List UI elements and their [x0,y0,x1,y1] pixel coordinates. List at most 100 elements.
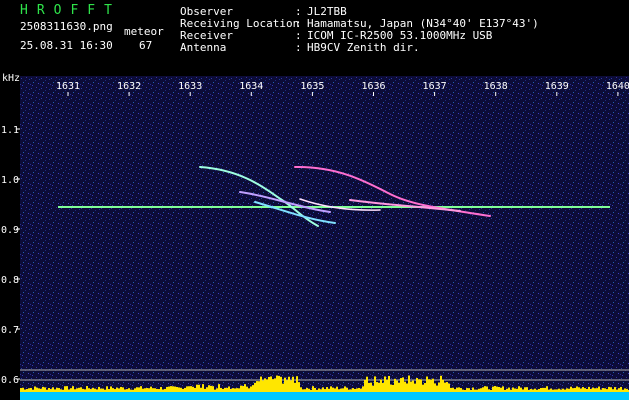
level-bar [320,389,322,392]
level-bar [620,386,622,392]
level-bar [256,381,258,392]
level-bar [168,386,170,392]
level-bar [266,379,268,392]
level-bar [322,387,324,392]
level-bar [490,389,492,392]
level-bar [274,378,276,392]
level-bar [398,382,400,392]
level-bar [582,387,584,392]
y-tick-label: 0.9 [1,225,19,236]
level-bar [52,387,54,392]
level-bar [110,386,112,392]
level-bar [216,388,218,392]
level-bar [450,387,452,392]
level-bar [282,383,284,392]
level-bar [236,388,238,392]
x-tick-label: 1640 [606,81,629,92]
level-bar [22,387,24,392]
level-bar [600,389,602,392]
level-bar [132,389,134,392]
level-bar [172,386,174,392]
level-bar [126,389,128,392]
level-bar [254,382,256,392]
level-bar [530,389,532,392]
level-bar [24,389,26,392]
level-bar [308,388,310,392]
level-bar [218,384,220,392]
level-bar [164,388,166,392]
level-bar [526,387,528,392]
level-bar [542,387,544,392]
level-bar [60,389,62,392]
y-tick-label: 0.8 [1,275,19,286]
level-bar [318,388,320,392]
level-bar [486,386,488,392]
level-bar [480,388,482,392]
meteor-label: meteor [124,25,164,38]
level-bar [378,382,380,392]
level-bar [342,388,344,392]
level-bar [574,387,576,392]
level-bar [26,389,28,392]
level-bar [454,389,456,392]
level-bar [502,386,504,392]
level-bar [94,388,96,392]
level-bar [198,384,200,392]
level-bar [590,388,592,392]
level-bar [622,389,624,392]
level-bar [420,379,422,392]
level-bar [478,388,480,392]
file-name: 2508311630.png [20,20,113,33]
level-bar [220,387,222,392]
level-bar [492,386,494,392]
level-bar [506,388,508,392]
level-bar [350,389,352,392]
level-bar [562,388,564,392]
level-bar [382,382,384,392]
level-bar [300,387,302,392]
level-bar [116,387,118,392]
file-datetime: 25.08.31 16:30 [20,39,113,52]
level-bar [130,389,132,392]
level-bar [166,386,168,392]
level-bar [290,380,292,392]
level-bar [84,389,86,392]
level-bar [558,388,560,392]
level-bar [580,388,582,392]
level-bar [422,384,424,392]
level-bar [498,386,500,392]
level-bar [200,387,202,392]
level-bar [358,387,360,392]
level-bar [452,387,454,392]
level-bar [206,387,208,392]
level-bar [458,387,460,392]
level-bar [626,388,628,392]
x-tick-label: 1636 [361,81,385,92]
level-bar [518,386,520,392]
level-bar [44,387,46,392]
level-bar [494,386,496,392]
level-bar [560,389,562,392]
level-bar [598,386,600,392]
level-bar [544,387,546,392]
level-bar [472,387,474,392]
level-bar [608,386,610,392]
level-bar [310,389,312,392]
level-bar [252,385,254,392]
level-bar [440,375,442,392]
level-bar [124,389,126,392]
level-bar [360,388,362,392]
level-bar [50,389,52,392]
level-bar [412,380,414,392]
level-bar [500,387,502,392]
level-bar [328,388,330,392]
level-bar [134,388,136,392]
level-bar [144,388,146,392]
level-bar [554,389,556,392]
level-bar [292,376,294,392]
level-bar [338,389,340,392]
level-bar [356,388,358,392]
level-bar [262,380,264,392]
level-bar [230,388,232,392]
level-bar [612,389,614,392]
